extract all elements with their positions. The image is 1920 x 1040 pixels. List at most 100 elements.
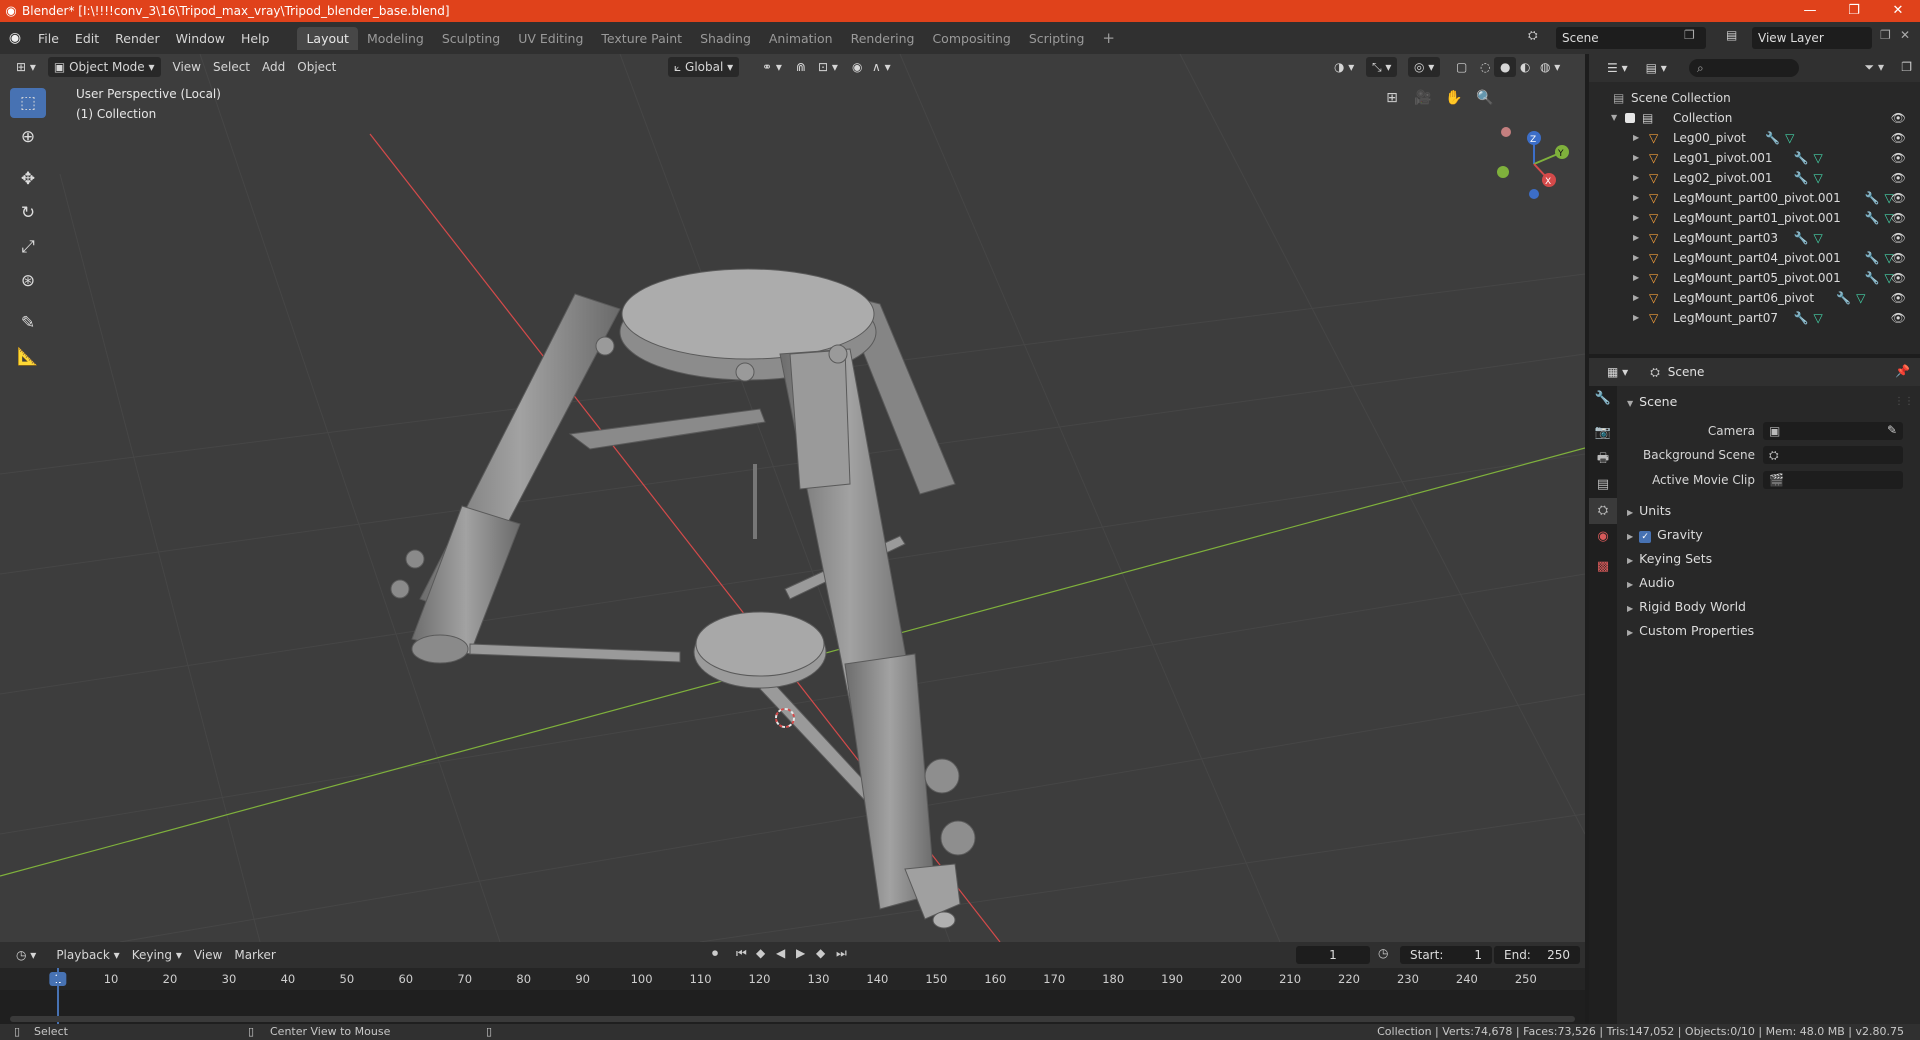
- collection-checkbox[interactable]: [1625, 113, 1635, 123]
- menu-marker[interactable]: Marker: [228, 945, 281, 965]
- play-reverse-icon[interactable]: ◀: [776, 946, 785, 960]
- units-panel[interactable]: ▶ Units: [1627, 503, 1671, 518]
- gravity-checkbox[interactable]: ✓: [1639, 531, 1652, 543]
- menu-timeline-view[interactable]: View: [188, 945, 228, 965]
- minimize-button[interactable]: —: [1788, 0, 1832, 22]
- preview-range-icon[interactable]: ◷: [1378, 946, 1388, 960]
- mesh-data-icon[interactable]: ▽: [1814, 228, 1823, 248]
- select-box-icon[interactable]: ⬚: [10, 88, 46, 118]
- background-scene-field[interactable]: ⛭: [1763, 446, 1903, 464]
- tripod-model[interactable]: [390, 268, 976, 929]
- tab-shading[interactable]: Shading: [691, 27, 760, 50]
- tab-compositing[interactable]: Compositing: [923, 27, 1019, 50]
- rigid-body-world-panel[interactable]: ▶ Rigid Body World: [1627, 599, 1746, 614]
- eye-icon[interactable]: 👁: [1891, 268, 1906, 288]
- scene-tab-icon[interactable]: ⛭: [1589, 498, 1617, 524]
- keying-sets-panel[interactable]: ▶ Keying Sets: [1627, 551, 1712, 566]
- next-keyframe-icon[interactable]: ◆: [816, 946, 825, 960]
- expand-icon[interactable]: ▶: [1633, 188, 1639, 208]
- mesh-data-icon[interactable]: ▽: [1814, 308, 1823, 328]
- expand-icon[interactable]: ▶: [1633, 128, 1639, 148]
- mode-selector[interactable]: ▣ Object Mode ▾: [47, 57, 161, 77]
- pin-icon[interactable]: 📌: [1895, 364, 1910, 378]
- pivot-point-icon[interactable]: ⚭ ▾: [756, 57, 788, 77]
- scene-icon[interactable]: ⛭: [1528, 28, 1538, 43]
- end-frame-field[interactable]: End: 250: [1494, 946, 1580, 964]
- new-scene-icon[interactable]: ❐: [1684, 28, 1695, 42]
- frame-ruler[interactable]: 1102030405060708090100110120130140150160…: [0, 968, 1585, 990]
- eye-icon[interactable]: 👁: [1891, 208, 1906, 228]
- menu-render[interactable]: Render: [107, 31, 168, 46]
- outliner-object-row[interactable]: ▶ ▽ LegMount_part04_pivot.001 🔧 ▽ 👁: [1589, 248, 1920, 268]
- timeline-scrollbar[interactable]: [10, 1016, 1575, 1022]
- menu-keying[interactable]: Keying ▾: [126, 945, 188, 965]
- transform-orientation-dropdown[interactable]: ⟀ Global ▾: [668, 57, 740, 77]
- expand-icon[interactable]: ▶: [1633, 308, 1639, 328]
- mesh-data-icon[interactable]: ▽: [1814, 168, 1823, 188]
- panel-drag-handle[interactable]: ⋮⋮: [1894, 396, 1914, 407]
- close-button[interactable]: ✕: [1876, 0, 1920, 22]
- scale-icon[interactable]: ⤢: [10, 232, 46, 262]
- menu-select[interactable]: Select: [207, 57, 256, 77]
- tab-uv-editing[interactable]: UV Editing: [509, 27, 592, 50]
- menu-window[interactable]: Window: [168, 31, 233, 46]
- modifier-icon[interactable]: 🔧: [1865, 248, 1880, 268]
- editor-type-icon[interactable]: ⊞ ▾: [10, 57, 42, 77]
- modifier-icon[interactable]: 🔧: [1865, 208, 1880, 228]
- active-movie-clip-field[interactable]: 🎬: [1763, 471, 1903, 489]
- gravity-panel[interactable]: ▶ ✓ Gravity: [1627, 527, 1703, 543]
- tab-layout[interactable]: Layout: [297, 26, 358, 50]
- mesh-data-icon[interactable]: ▽: [1785, 128, 1794, 148]
- outliner-object-row[interactable]: ▶ ▽ LegMount_part03 🔧 ▽ 👁: [1589, 228, 1920, 248]
- blender-menu-icon[interactable]: ◉: [0, 30, 30, 46]
- outliner-editor-icon[interactable]: ☰ ▾: [1601, 58, 1634, 78]
- eye-icon[interactable]: 👁: [1891, 308, 1906, 328]
- modifier-icon[interactable]: 🔧: [1794, 168, 1809, 188]
- eye-icon[interactable]: 👁: [1891, 108, 1906, 128]
- display-mode-icon[interactable]: ▤ ▾: [1640, 58, 1673, 78]
- play-icon[interactable]: ▶: [796, 946, 805, 960]
- rotate-icon[interactable]: ↻: [10, 198, 46, 228]
- modifier-icon[interactable]: 🔧: [1836, 288, 1851, 308]
- expand-icon[interactable]: ▶: [1633, 268, 1639, 288]
- world-tab-icon[interactable]: ◉: [1589, 524, 1617, 550]
- menu-playback[interactable]: Playback ▾: [50, 945, 125, 965]
- grid-view-icon[interactable]: ⊞: [1378, 84, 1406, 112]
- menu-view[interactable]: View: [167, 57, 207, 77]
- eye-icon[interactable]: 👁: [1891, 128, 1906, 148]
- modifier-icon[interactable]: 🔧: [1794, 148, 1809, 168]
- expand-icon[interactable]: ▶: [1633, 148, 1639, 168]
- timeline[interactable]: ◷ ▾ Playback ▾ Keying ▾ View Marker ⏺ ⏮ …: [0, 942, 1585, 1024]
- outliner-object-row[interactable]: ▶ ▽ LegMount_part01_pivot.001 🔧 ▽ 👁: [1589, 208, 1920, 228]
- tab-rendering[interactable]: Rendering: [842, 27, 924, 50]
- visibility-icon[interactable]: ◑ ▾: [1328, 57, 1360, 77]
- modifier-icon[interactable]: 🔧: [1865, 188, 1880, 208]
- expand-icon[interactable]: ▶: [1633, 288, 1639, 308]
- expand-icon[interactable]: ▶: [1633, 228, 1639, 248]
- tool-tab-icon[interactable]: 🔧: [1589, 386, 1617, 412]
- view-layer-icon[interactable]: ▤: [1726, 28, 1737, 42]
- outliner[interactable]: ☰ ▾ ▤ ▾ ⌕ ⏷ ▾ ❐ ▤ Scene Collection ▼ ▤ Colle…: [1589, 54, 1920, 354]
- record-icon[interactable]: ⏺: [712, 946, 718, 961]
- rendered-shading-icon[interactable]: ◍ ▾: [1534, 57, 1566, 77]
- outliner-object-row[interactable]: ▶ ▽ LegMount_part00_pivot.001 🔧 ▽ 👁: [1589, 188, 1920, 208]
- scene-panel-header[interactable]: ▼ Scene: [1627, 394, 1677, 409]
- menu-add[interactable]: Add: [256, 57, 291, 77]
- tab-sculpting[interactable]: Sculpting: [433, 27, 509, 50]
- expand-icon[interactable]: ▼: [1611, 108, 1617, 128]
- xray-icon[interactable]: ▢: [1450, 57, 1473, 77]
- falloff-icon[interactable]: ∧ ▾: [866, 57, 897, 77]
- snap-target-icon[interactable]: ⊡ ▾: [812, 57, 844, 77]
- snap-icon[interactable]: ⋒: [790, 57, 812, 77]
- jump-end-icon[interactable]: ⏭: [836, 946, 847, 961]
- timeline-editor-icon[interactable]: ◷ ▾: [10, 945, 42, 965]
- eyedropper-icon[interactable]: ✎: [1887, 423, 1897, 437]
- move-icon[interactable]: ✥: [10, 164, 46, 194]
- tab-scripting[interactable]: Scripting: [1020, 27, 1094, 50]
- outliner-object-row[interactable]: ▶ ▽ LegMount_part07 🔧 ▽ 👁: [1589, 308, 1920, 328]
- current-frame-field[interactable]: 1: [1296, 946, 1370, 964]
- texture-tab-icon[interactable]: ▩: [1589, 554, 1617, 580]
- modifier-icon[interactable]: 🔧: [1794, 228, 1809, 248]
- new-view-layer-icon[interactable]: ❐: [1880, 28, 1891, 42]
- camera-view-icon[interactable]: 🎥: [1409, 84, 1437, 112]
